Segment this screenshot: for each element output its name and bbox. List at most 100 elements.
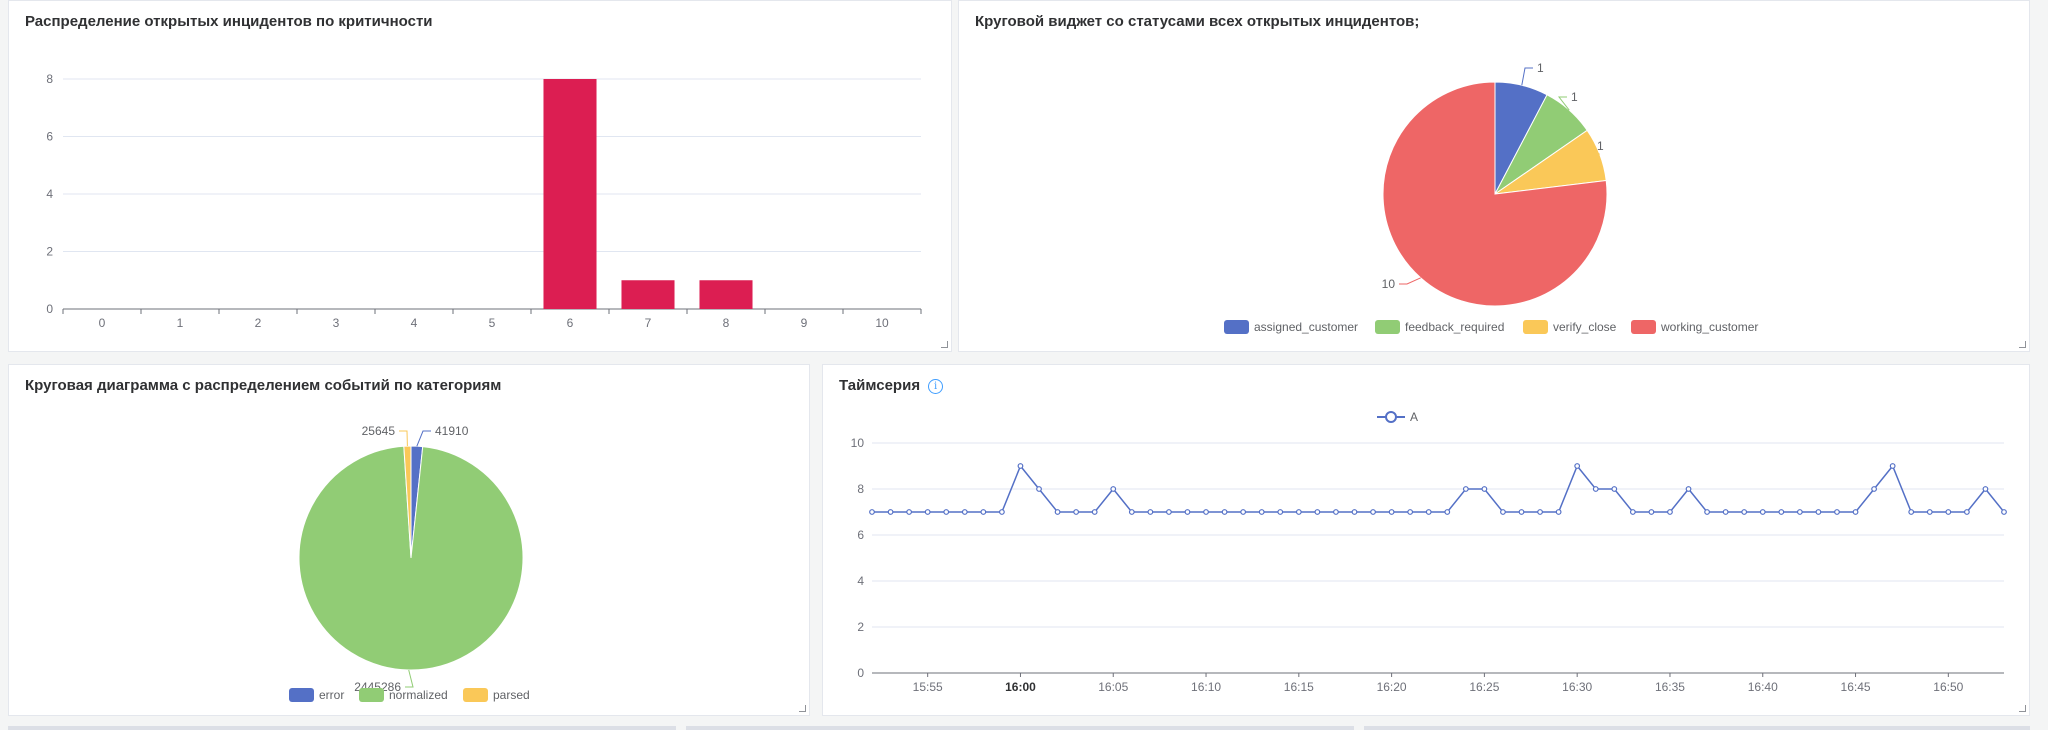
- legend-swatch: [359, 688, 384, 702]
- x-tick-label: 16:30: [1562, 680, 1592, 694]
- data-point: [1537, 509, 1543, 515]
- y-tick-label: 10: [851, 436, 865, 450]
- data-point: [1481, 486, 1488, 492]
- data-point: [1592, 486, 1599, 492]
- legend-label: assigned_customer: [1254, 320, 1358, 334]
- resize-handle[interactable]: [941, 341, 948, 348]
- data-point: [961, 509, 968, 515]
- slice-value-label: 1: [1571, 90, 1578, 104]
- data-point: [1370, 509, 1376, 515]
- label-leader-line: [416, 430, 431, 447]
- data-point: [1240, 509, 1247, 515]
- data-point: [1759, 509, 1766, 515]
- data-point: [1963, 509, 1970, 515]
- y-tick-label: 4: [857, 574, 864, 588]
- next-panel-edge: [686, 726, 1354, 730]
- data-point: [943, 509, 950, 515]
- data-point: [1852, 509, 1859, 515]
- data-point: [887, 509, 894, 515]
- x-tick-label: 1: [177, 316, 184, 330]
- data-point: [1518, 509, 1525, 515]
- data-point: [1351, 509, 1358, 515]
- legend-label: normalized: [389, 688, 448, 702]
- bar: [621, 280, 675, 309]
- slice-value-label: 1: [1597, 139, 1604, 153]
- next-panel-edge: [1364, 726, 2030, 730]
- status-pie-chart: 1 1 1 10 assigned_customer feedback_required v…: [1224, 61, 1758, 334]
- data-point: [1184, 509, 1191, 515]
- legend-marker: [1385, 411, 1397, 423]
- legend-swatch: [463, 688, 488, 702]
- data-point: [1778, 509, 1785, 515]
- data-point: [1407, 509, 1414, 515]
- x-tick-label: 5: [489, 316, 496, 330]
- resize-handle[interactable]: [2019, 705, 2026, 712]
- data-point: [1295, 509, 1302, 515]
- legend-swatch: [1375, 320, 1400, 334]
- legend-swatch: [289, 688, 314, 702]
- slice-value-label: 10: [1382, 277, 1396, 291]
- x-tick-label: 15:55: [913, 680, 943, 694]
- x-tick-label: 2: [255, 316, 262, 330]
- x-tick-label: 16:00: [1005, 680, 1036, 694]
- legend-label: verify_close: [1553, 320, 1617, 334]
- x-tick-label: 9: [801, 316, 808, 330]
- data-point: [1722, 509, 1729, 515]
- data-point: [1574, 463, 1581, 469]
- slice-value-label: 41910: [435, 424, 469, 438]
- y-tick-label: 8: [857, 482, 864, 496]
- severity-bar-chart: 0 2 4 6 8 0 1 2 3 4 5 6 7 8 9 10: [46, 72, 922, 330]
- data-point: [924, 509, 931, 515]
- category-pie-chart: 41910244528625645error normalized parsed: [289, 424, 530, 702]
- x-tick-label: 16:50: [1933, 680, 1963, 694]
- data-point: [1982, 486, 1989, 492]
- x-tick-label: 16:05: [1098, 680, 1128, 694]
- category-panel: Круговая диаграмма с распределением собы…: [8, 364, 810, 716]
- legend-label: A: [1410, 410, 1418, 424]
- data-point: [1871, 486, 1877, 492]
- data-point: [1258, 509, 1265, 515]
- data-point: [1815, 509, 1822, 515]
- resize-handle[interactable]: [799, 705, 806, 712]
- data-point: [1611, 486, 1618, 492]
- data-point: [1704, 509, 1710, 515]
- slice-value-label: 1: [1537, 61, 1544, 75]
- data-point: [1036, 486, 1042, 492]
- data-point: [1648, 509, 1655, 515]
- data-point: [1054, 509, 1061, 515]
- data-point: [1444, 509, 1451, 515]
- data-point: [980, 509, 987, 515]
- data-point: [1834, 509, 1840, 515]
- legend-label: parsed: [493, 688, 530, 702]
- x-tick-label: 16:40: [1748, 680, 1778, 694]
- data-point: [1147, 509, 1154, 515]
- legend-label: working_customer: [1660, 320, 1758, 334]
- legend-swatch: [1224, 320, 1249, 334]
- data-point: [869, 509, 875, 515]
- data-point: [1926, 509, 1933, 515]
- data-point: [1017, 463, 1024, 469]
- data-point: [1128, 509, 1135, 515]
- data-point: [1741, 509, 1748, 515]
- x-tick-label: 3: [333, 316, 340, 330]
- data-point: [1221, 509, 1228, 515]
- x-tick-label: 6: [567, 316, 574, 330]
- label-leader-line: [405, 669, 414, 688]
- resize-handle[interactable]: [2019, 341, 2026, 348]
- x-tick-label: 8: [723, 316, 730, 330]
- x-tick-label: 10: [875, 316, 889, 330]
- data-point: [1889, 463, 1896, 469]
- data-point: [1462, 486, 1469, 492]
- data-point: [1425, 509, 1432, 515]
- data-point: [1091, 509, 1098, 515]
- x-tick-label: 16:15: [1284, 680, 1314, 694]
- y-tick-label: 6: [857, 528, 864, 542]
- y-tick-label: 2: [46, 245, 53, 259]
- data-point: [999, 509, 1005, 515]
- x-tick-label: 0: [99, 316, 106, 330]
- y-tick-label: 8: [46, 72, 53, 86]
- data-point: [1073, 509, 1080, 515]
- legend-swatch: [1523, 320, 1548, 334]
- data-point: [1908, 509, 1915, 515]
- label-leader-line: [1399, 277, 1421, 285]
